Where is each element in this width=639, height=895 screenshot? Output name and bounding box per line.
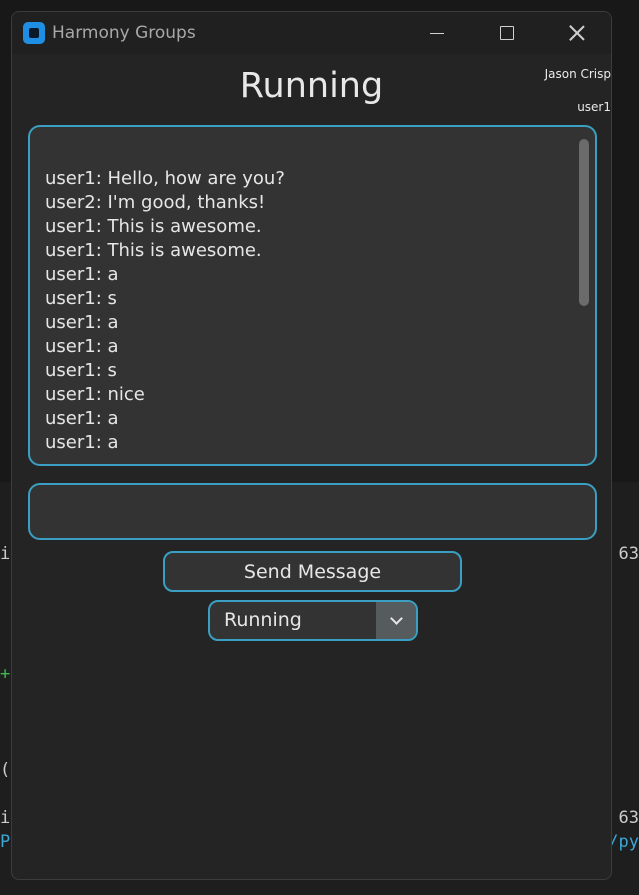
- status-dropdown-value: Running: [224, 609, 302, 631]
- chevron-down-icon: [389, 612, 403, 625]
- user-id-label: user1: [577, 100, 611, 114]
- user-display-name: Jason Crisp: [544, 67, 611, 81]
- message-item: user2: I'm good, thanks!: [45, 192, 266, 213]
- message-item: user1: s: [45, 360, 117, 381]
- status-dropdown[interactable]: Running: [208, 600, 418, 641]
- background-text: (: [0, 760, 11, 780]
- message-item: user1: s: [45, 288, 117, 309]
- background-text: P: [0, 832, 11, 852]
- title-bar[interactable]: Harmony Groups: [12, 12, 611, 54]
- message-input[interactable]: [28, 483, 597, 540]
- message-item: user1: a: [45, 264, 119, 285]
- window-title: Harmony Groups: [52, 23, 196, 43]
- message-item: user1: a: [45, 432, 119, 453]
- message-item: user1: a: [45, 312, 119, 333]
- dropdown-toggle[interactable]: [376, 602, 416, 639]
- minimize-icon: [430, 32, 444, 34]
- minimize-button[interactable]: [414, 12, 460, 54]
- page-title: Running: [239, 66, 384, 106]
- message-list: user1: Hello, how are you? user2: I'm go…: [45, 167, 565, 455]
- background-text: /py: [608, 832, 639, 852]
- close-icon: [569, 25, 585, 41]
- message-item: user1: This is awesome.: [45, 216, 262, 237]
- maximize-button[interactable]: [484, 12, 530, 54]
- app-window: Harmony Groups Running Jason Crisp user1…: [11, 11, 612, 880]
- message-item: user1: Hello, how are you?: [45, 168, 285, 189]
- message-item: user1: a: [45, 408, 119, 429]
- background-text: 63: [618, 544, 639, 564]
- message-item: user1: a: [45, 336, 119, 357]
- chat-log[interactable]: user1: Hello, how are you? user2: I'm go…: [28, 125, 597, 466]
- chat-scrollbar[interactable]: [579, 139, 589, 306]
- app-icon: [23, 22, 45, 44]
- send-message-button[interactable]: Send Message: [163, 551, 462, 592]
- maximize-icon: [500, 26, 514, 40]
- background-text: 63: [618, 808, 639, 828]
- message-item: user1: This is awesome.: [45, 240, 262, 261]
- message-item: user1: nice: [45, 384, 145, 405]
- background-text: +: [0, 664, 11, 684]
- close-button[interactable]: [554, 12, 600, 54]
